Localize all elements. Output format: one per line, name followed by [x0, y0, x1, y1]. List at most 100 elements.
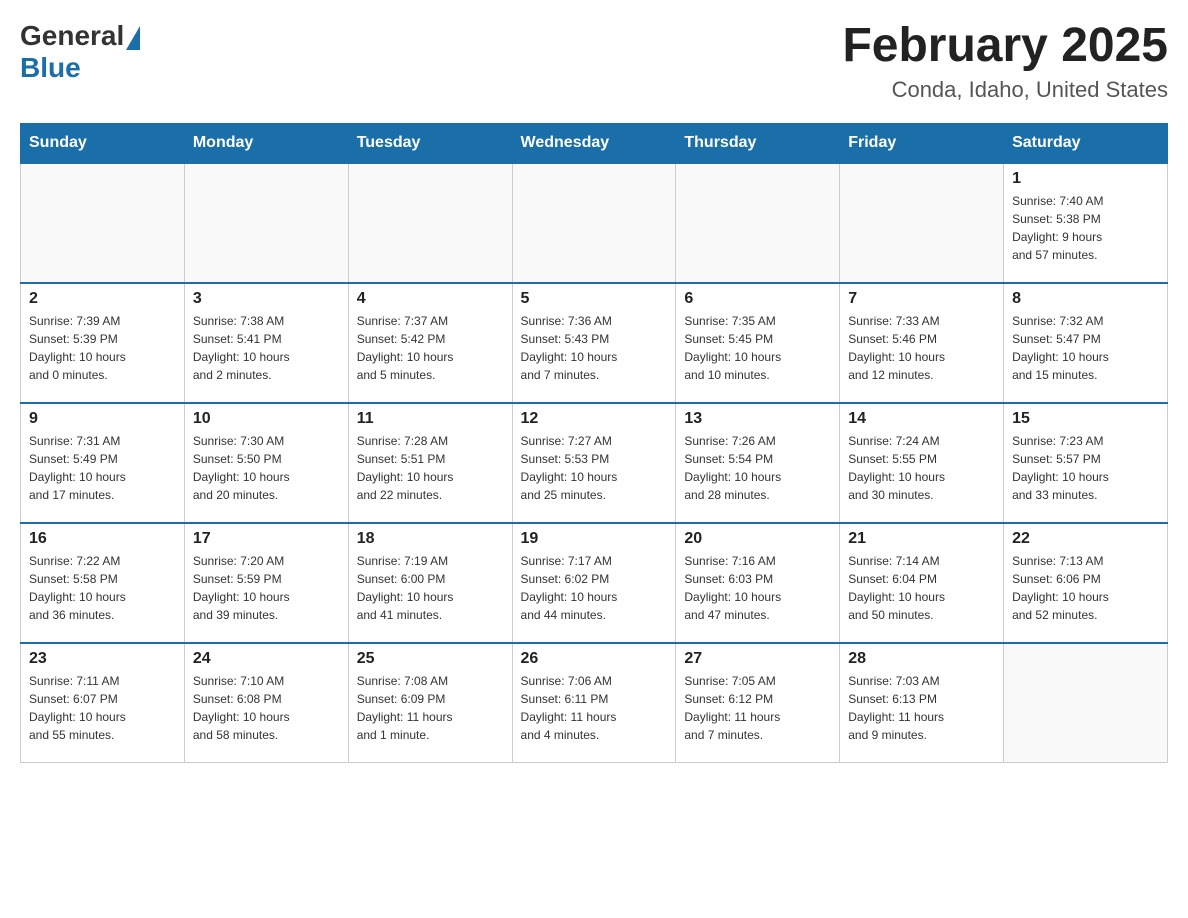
day-number: 26	[521, 650, 668, 668]
calendar-cell: 19 Sunrise: 7:17 AM Sunset: 6:02 PM Dayli…	[512, 523, 676, 643]
day-info: Sunrise: 7:17 AM Sunset: 6:02 PM Dayligh…	[521, 552, 668, 624]
week-row-1: 1 Sunrise: 7:40 AM Sunset: 5:38 PM Daylig…	[21, 163, 1168, 283]
week-row-2: 2 Sunrise: 7:39 AM Sunset: 5:39 PM Daylig…	[21, 283, 1168, 403]
calendar-cell: 22 Sunrise: 7:13 AM Sunset: 6:06 PM Dayli…	[1004, 523, 1168, 643]
calendar-cell: 6Sunrise: 7:35 AM Sunset: 5:45 PM Daylig…	[676, 283, 840, 403]
calendar-cell: 16 Sunrise: 7:22 AM Sunset: 5:58 PM Dayli…	[21, 523, 185, 643]
day-number: 19	[521, 530, 668, 548]
day-info: Sunrise: 7:13 AM Sunset: 6:06 PM Dayligh…	[1012, 552, 1159, 624]
day-number: 8	[1012, 290, 1159, 308]
calendar-cell: 5 Sunrise: 7:36 AM Sunset: 5:43 PM Daylig…	[512, 283, 676, 403]
page-header: General Blue February 2025 Conda, Idaho,…	[20, 20, 1168, 103]
day-info: Sunrise: 7:39 AM Sunset: 5:39 PM Dayligh…	[29, 312, 176, 384]
day-info: Sunrise: 7:06 AM Sunset: 6:11 PM Dayligh…	[521, 672, 668, 744]
day-number: 10	[193, 410, 340, 428]
day-info: Sunrise: 7:11 AM Sunset: 6:07 PM Dayligh…	[29, 672, 176, 744]
logo: General Blue	[20, 20, 140, 84]
calendar-cell	[676, 163, 840, 283]
calendar-cell: 20 Sunrise: 7:16 AM Sunset: 6:03 PM Dayli…	[676, 523, 840, 643]
day-info: Sunrise: 7:40 AM Sunset: 5:38 PM Dayligh…	[1012, 192, 1159, 264]
day-info: Sunrise: 7:14 AM Sunset: 6:04 PM Dayligh…	[848, 552, 995, 624]
day-info: Sunrise: 7:36 AM Sunset: 5:43 PM Dayligh…	[521, 312, 668, 384]
day-info: Sunrise: 7:37 AM Sunset: 5:42 PM Dayligh…	[357, 312, 504, 384]
calendar-subtitle: Conda, Idaho, United States	[842, 77, 1168, 103]
day-info: Sunrise: 7:32 AM Sunset: 5:47 PM Dayligh…	[1012, 312, 1159, 384]
day-number: 18	[357, 530, 504, 548]
day-info: Sunrise: 7:28 AM Sunset: 5:51 PM Dayligh…	[357, 432, 504, 504]
day-number: 25	[357, 650, 504, 668]
day-number: 24	[193, 650, 340, 668]
day-number: 22	[1012, 530, 1159, 548]
day-info: Sunrise: 7:38 AM Sunset: 5:41 PM Dayligh…	[193, 312, 340, 384]
day-info: Sunrise: 7:16 AM Sunset: 6:03 PM Dayligh…	[684, 552, 831, 624]
weekday-header-saturday: Saturday	[1004, 123, 1168, 163]
day-number: 16	[29, 530, 176, 548]
week-row-5: 23 Sunrise: 7:11 AM Sunset: 6:07 PM Dayli…	[21, 643, 1168, 763]
logo-blue-text: Blue	[20, 52, 81, 83]
day-number: 5	[521, 290, 668, 308]
calendar-cell: 2 Sunrise: 7:39 AM Sunset: 5:39 PM Daylig…	[21, 283, 185, 403]
day-info: Sunrise: 7:24 AM Sunset: 5:55 PM Dayligh…	[848, 432, 995, 504]
day-info: Sunrise: 7:22 AM Sunset: 5:58 PM Dayligh…	[29, 552, 176, 624]
weekday-header-thursday: Thursday	[676, 123, 840, 163]
day-info: Sunrise: 7:30 AM Sunset: 5:50 PM Dayligh…	[193, 432, 340, 504]
day-info: Sunrise: 7:19 AM Sunset: 6:00 PM Dayligh…	[357, 552, 504, 624]
day-number: 11	[357, 410, 504, 428]
day-number: 2	[29, 290, 176, 308]
calendar-cell: 11 Sunrise: 7:28 AM Sunset: 5:51 PM Dayli…	[348, 403, 512, 523]
calendar-cell	[21, 163, 185, 283]
day-number: 23	[29, 650, 176, 668]
day-info: Sunrise: 7:05 AM Sunset: 6:12 PM Dayligh…	[684, 672, 831, 744]
day-info: Sunrise: 7:23 AM Sunset: 5:57 PM Dayligh…	[1012, 432, 1159, 504]
calendar-table: SundayMondayTuesdayWednesdayThursdayFrid…	[20, 123, 1168, 764]
weekday-header-friday: Friday	[840, 123, 1004, 163]
title-area: February 2025 Conda, Idaho, United State…	[842, 20, 1168, 103]
logo-arrow-icon	[126, 26, 140, 50]
weekday-header-monday: Monday	[184, 123, 348, 163]
weekday-header-sunday: Sunday	[21, 123, 185, 163]
calendar-cell: 25 Sunrise: 7:08 AM Sunset: 6:09 PM Dayli…	[348, 643, 512, 763]
calendar-cell: 18 Sunrise: 7:19 AM Sunset: 6:00 PM Dayli…	[348, 523, 512, 643]
day-info: Sunrise: 7:03 AM Sunset: 6:13 PM Dayligh…	[848, 672, 995, 744]
day-number: 9	[29, 410, 176, 428]
day-number: 15	[1012, 410, 1159, 428]
calendar-cell: 27Sunrise: 7:05 AM Sunset: 6:12 PM Dayli…	[676, 643, 840, 763]
calendar-header-row: SundayMondayTuesdayWednesdayThursdayFrid…	[21, 123, 1168, 163]
weekday-header-wednesday: Wednesday	[512, 123, 676, 163]
day-number: 21	[848, 530, 995, 548]
calendar-cell: 10 Sunrise: 7:30 AM Sunset: 5:50 PM Dayli…	[184, 403, 348, 523]
calendar-cell	[840, 163, 1004, 283]
calendar-cell: 9Sunrise: 7:31 AM Sunset: 5:49 PM Daylig…	[21, 403, 185, 523]
day-number: 1	[1012, 170, 1159, 188]
day-number: 12	[521, 410, 668, 428]
weekday-header-tuesday: Tuesday	[348, 123, 512, 163]
calendar-cell: 7 Sunrise: 7:33 AM Sunset: 5:46 PM Daylig…	[840, 283, 1004, 403]
day-number: 17	[193, 530, 340, 548]
calendar-cell: 24Sunrise: 7:10 AM Sunset: 6:08 PM Dayli…	[184, 643, 348, 763]
day-info: Sunrise: 7:27 AM Sunset: 5:53 PM Dayligh…	[521, 432, 668, 504]
day-number: 20	[684, 530, 831, 548]
calendar-cell: 4 Sunrise: 7:37 AM Sunset: 5:42 PM Daylig…	[348, 283, 512, 403]
day-number: 4	[357, 290, 504, 308]
day-number: 13	[684, 410, 831, 428]
day-number: 6	[684, 290, 831, 308]
calendar-cell: 8 Sunrise: 7:32 AM Sunset: 5:47 PM Daylig…	[1004, 283, 1168, 403]
calendar-cell: 1 Sunrise: 7:40 AM Sunset: 5:38 PM Daylig…	[1004, 163, 1168, 283]
calendar-cell: 23 Sunrise: 7:11 AM Sunset: 6:07 PM Dayli…	[21, 643, 185, 763]
calendar-cell: 3Sunrise: 7:38 AM Sunset: 5:41 PM Daylig…	[184, 283, 348, 403]
day-info: Sunrise: 7:33 AM Sunset: 5:46 PM Dayligh…	[848, 312, 995, 384]
calendar-cell: 13Sunrise: 7:26 AM Sunset: 5:54 PM Dayli…	[676, 403, 840, 523]
day-info: Sunrise: 7:08 AM Sunset: 6:09 PM Dayligh…	[357, 672, 504, 744]
calendar-cell: 14Sunrise: 7:24 AM Sunset: 5:55 PM Dayli…	[840, 403, 1004, 523]
logo-general-text: General	[20, 20, 124, 52]
calendar-cell: 26 Sunrise: 7:06 AM Sunset: 6:11 PM Dayli…	[512, 643, 676, 763]
day-number: 28	[848, 650, 995, 668]
calendar-cell	[512, 163, 676, 283]
calendar-cell: 15 Sunrise: 7:23 AM Sunset: 5:57 PM Dayli…	[1004, 403, 1168, 523]
week-row-4: 16 Sunrise: 7:22 AM Sunset: 5:58 PM Dayli…	[21, 523, 1168, 643]
calendar-cell: 12 Sunrise: 7:27 AM Sunset: 5:53 PM Dayli…	[512, 403, 676, 523]
calendar-cell	[348, 163, 512, 283]
calendar-cell	[184, 163, 348, 283]
calendar-cell: 17Sunrise: 7:20 AM Sunset: 5:59 PM Dayli…	[184, 523, 348, 643]
day-number: 7	[848, 290, 995, 308]
